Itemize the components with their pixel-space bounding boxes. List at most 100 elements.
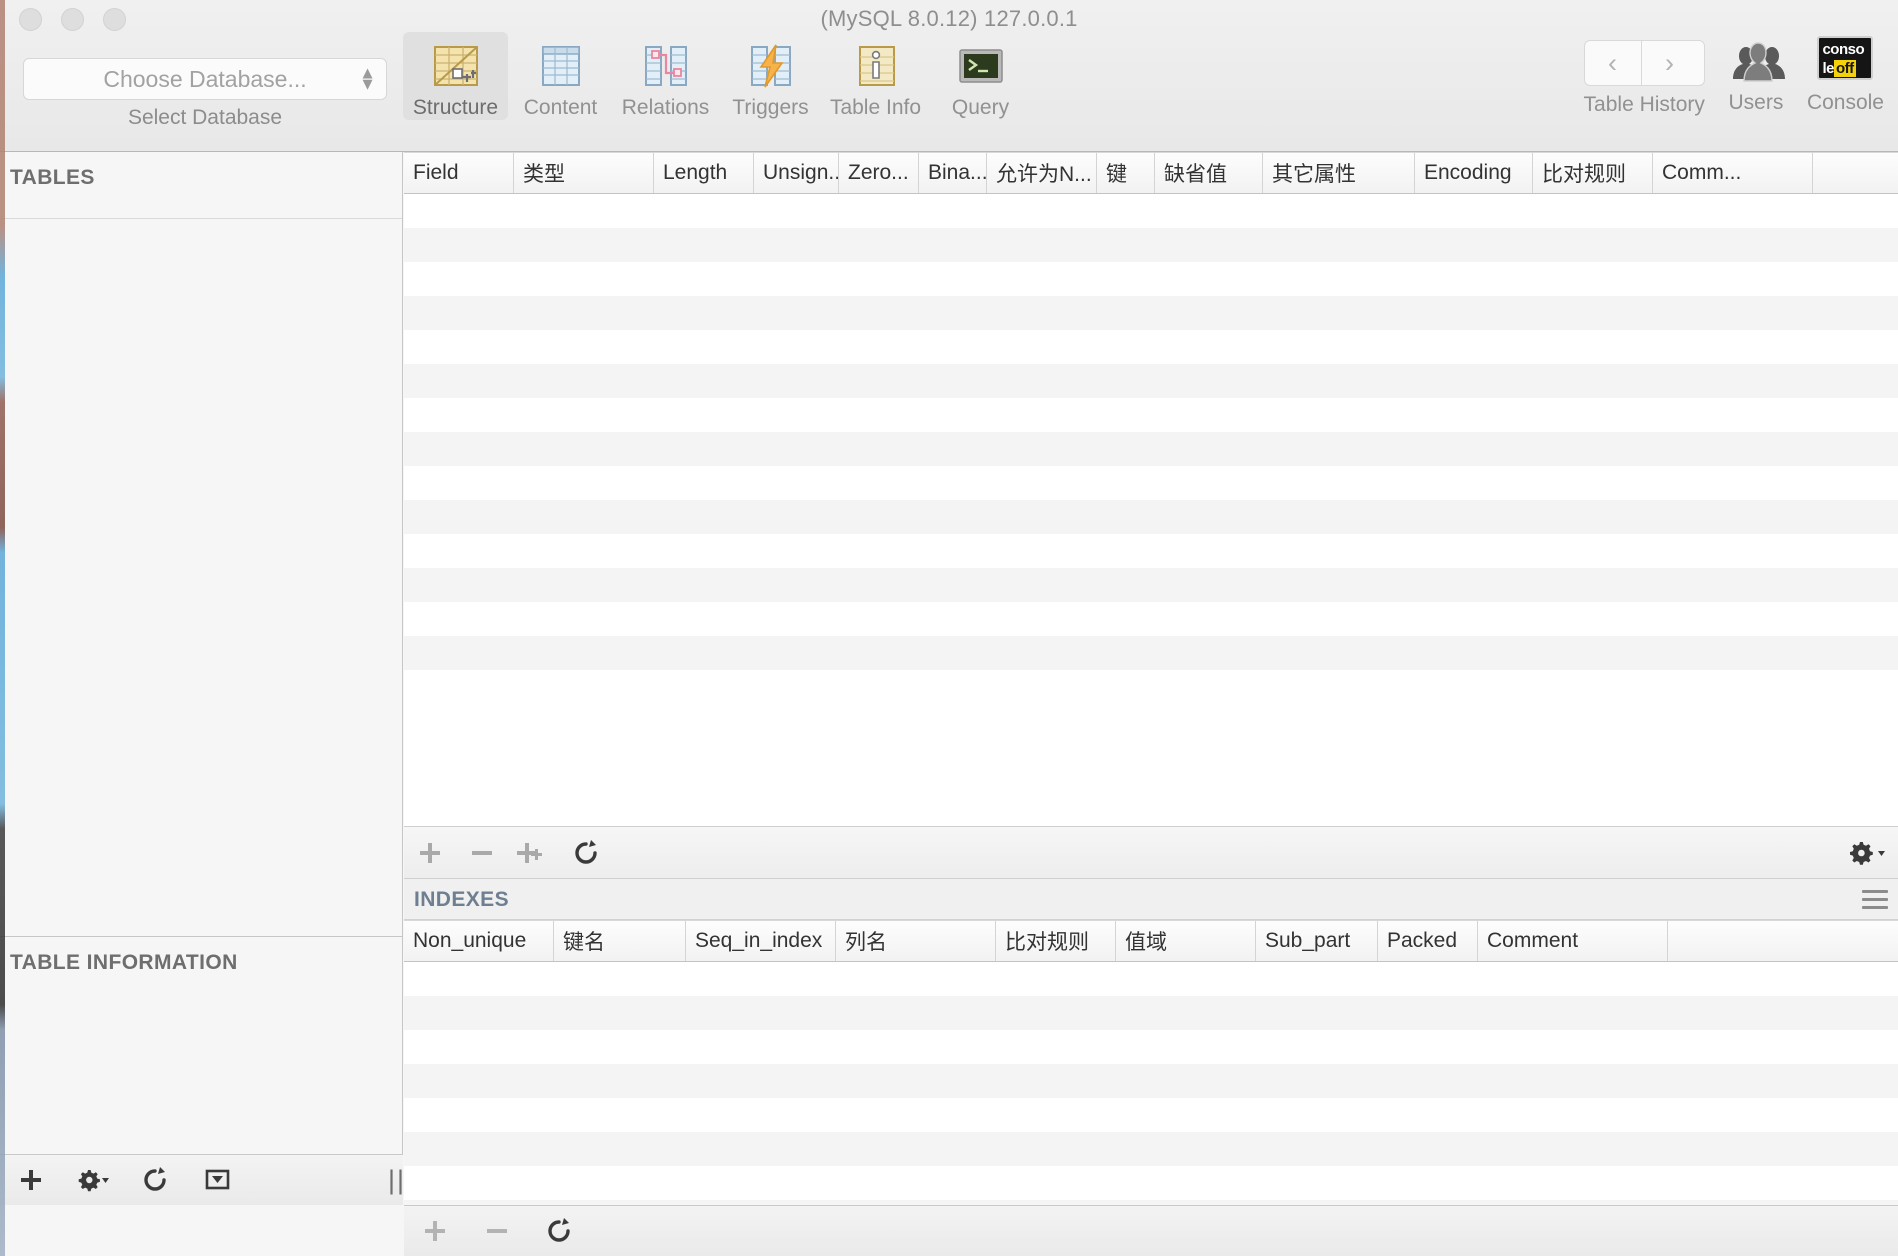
indexes-table-column-header[interactable]: Non_unique xyxy=(404,921,554,961)
field-options-button[interactable] xyxy=(1848,840,1886,866)
toolbar-tab-content[interactable]: Content xyxy=(508,32,613,120)
indexes-table-body[interactable] xyxy=(404,962,1898,1202)
indexes-table-row[interactable] xyxy=(404,962,1898,996)
table-info-icon xyxy=(823,38,928,94)
history-back-button[interactable]: ‹ xyxy=(1585,41,1641,85)
structure-table-row[interactable] xyxy=(404,194,1898,228)
structure-table-row[interactable] xyxy=(404,296,1898,330)
users-group[interactable]: Users xyxy=(1727,32,1785,115)
structure-main-area: Field 类型 Length Unsign... Zero... Bina... 允许为N… xyxy=(404,152,1898,1205)
add-index-button[interactable] xyxy=(404,1218,466,1244)
indexes-table-row[interactable] xyxy=(404,1132,1898,1166)
structure-table-row[interactable] xyxy=(404,602,1898,636)
structure-table-row[interactable] xyxy=(404,636,1898,670)
toolbar-tab-relations[interactable]: Relations xyxy=(613,32,718,120)
toolbar-tab-triggers-label: Triggers xyxy=(732,96,809,119)
toolbar-right-group: ‹ › Table History Users conso le off Con… xyxy=(1583,32,1884,117)
database-chooser-label: Choose Database... xyxy=(103,65,307,92)
toolbar-tab-relations-label: Relations xyxy=(621,96,710,119)
structure-table-column-header[interactable]: 比对规则 xyxy=(1533,153,1653,193)
console-badge-line2: le xyxy=(1822,60,1834,77)
duplicate-field-button[interactable] xyxy=(508,840,560,866)
toolbar-tab-structure-label: Structure xyxy=(412,96,499,119)
structure-table-column-header[interactable]: Encoding xyxy=(1415,153,1533,193)
console-badge: conso le off xyxy=(1817,36,1874,80)
sidebar-footer-toolbar: ||| xyxy=(0,1154,413,1205)
history-forward-button[interactable]: › xyxy=(1640,41,1698,85)
refresh-index-button[interactable] xyxy=(528,1217,590,1245)
database-chooser-popup[interactable]: Choose Database... ▲ ▼ xyxy=(23,58,387,100)
remove-index-button[interactable] xyxy=(466,1218,528,1244)
indexes-table-row[interactable] xyxy=(404,996,1898,1030)
tables-pane[interactable]: TABLES xyxy=(0,152,402,937)
structure-table-row[interactable] xyxy=(404,364,1898,398)
console-icon: conso le off xyxy=(1807,32,1884,84)
left-sidebar: TABLES TABLE INFORMATION ||| xyxy=(0,152,413,1205)
remove-field-button[interactable] xyxy=(456,840,508,866)
indexes-table-row[interactable] xyxy=(404,1200,1898,1202)
structure-table-column-header[interactable]: 其它属性 xyxy=(1263,153,1415,193)
indexes-table-row[interactable] xyxy=(404,1030,1898,1064)
table-information-header: TABLE INFORMATION xyxy=(0,937,402,1003)
structure-table-column-header[interactable]: 键 xyxy=(1097,153,1155,193)
add-field-button[interactable] xyxy=(404,840,456,866)
add-table-button[interactable] xyxy=(0,1167,62,1193)
select-database-caption: Select Database xyxy=(127,106,283,129)
table-information-pane: TABLE INFORMATION xyxy=(0,937,402,1137)
indexes-table-column-header[interactable]: 比对规则 xyxy=(996,921,1116,961)
toolbar-tab-table-info-label: Table Info xyxy=(829,96,922,119)
table-history-group: ‹ › Table History xyxy=(1583,32,1705,117)
structure-table-column-header[interactable]: Bina... xyxy=(919,153,987,193)
table-information-title: TABLE INFORMATION xyxy=(10,951,238,974)
indexes-table-column-header[interactable]: Sub_part xyxy=(1256,921,1378,961)
sequel-pro-window: (MySQL 8.0.12) 127.0.0.1 Choose Database… xyxy=(0,0,1898,1256)
indexes-table-column-header[interactable]: Packed xyxy=(1378,921,1478,961)
structure-table-row[interactable] xyxy=(404,568,1898,602)
structure-table-body[interactable] xyxy=(404,194,1898,826)
structure-table-row[interactable] xyxy=(404,500,1898,534)
structure-table-column-header[interactable]: 允许为N... xyxy=(987,153,1097,193)
refresh-fields-button[interactable] xyxy=(560,839,612,867)
structure-table-column-header[interactable]: 缺省值 xyxy=(1155,153,1263,193)
structure-table-column-header[interactable]: Zero... xyxy=(839,153,919,193)
toolbar-tab-query[interactable]: Query xyxy=(928,32,1033,120)
structure-table-row[interactable] xyxy=(404,398,1898,432)
structure-table-column-header[interactable]: Length xyxy=(654,153,754,193)
users-icon xyxy=(1727,32,1785,84)
indexes-table-row[interactable] xyxy=(404,1098,1898,1132)
toolbar-tab-query-label: Query xyxy=(951,96,1010,119)
structure-table-column-header[interactable]: Unsign... xyxy=(754,153,839,193)
filter-tables-button[interactable] xyxy=(186,1167,248,1193)
indexes-table-row[interactable] xyxy=(404,1166,1898,1200)
structure-table-row[interactable] xyxy=(404,432,1898,466)
structure-table-row[interactable] xyxy=(404,534,1898,568)
structure-table-column-header[interactable]: Field xyxy=(404,153,514,193)
indexes-table-column-header[interactable]: Comment xyxy=(1478,921,1668,961)
indexes-table-row[interactable] xyxy=(404,1064,1898,1098)
toolbar-tab-table-info[interactable]: Table Info xyxy=(823,32,928,120)
structure-table-column-header[interactable]: Comm... xyxy=(1653,153,1813,193)
structure-table-row[interactable] xyxy=(404,330,1898,364)
toolbar-tab-structure[interactable]: Structure xyxy=(403,32,508,120)
structure-table-row[interactable] xyxy=(404,466,1898,500)
relations-icon xyxy=(613,38,718,94)
list-menu-icon[interactable] xyxy=(1862,890,1888,914)
structure-table-row[interactable] xyxy=(404,228,1898,262)
structure-table-row[interactable] xyxy=(404,670,1898,704)
chevron-updown-icon: ▲ ▼ xyxy=(359,63,376,93)
toolbar-tab-triggers[interactable]: Triggers xyxy=(718,32,823,120)
structure-table-column-header[interactable]: 类型 xyxy=(514,153,654,193)
table-actions-button[interactable] xyxy=(62,1167,124,1193)
refresh-tables-button[interactable] xyxy=(124,1166,186,1194)
table-history-segmented-control[interactable]: ‹ › xyxy=(1583,40,1705,86)
console-badge-state: off xyxy=(1833,60,1856,77)
console-group[interactable]: conso le off Console xyxy=(1807,32,1884,115)
indexes-table-column-header[interactable]: 列名 xyxy=(836,921,996,961)
indexes-table-column-header[interactable]: Seq_in_index xyxy=(686,921,836,961)
indexes-table-column-header[interactable]: 值域 xyxy=(1116,921,1256,961)
indexes-table-header: Non_unique 键名 Seq_in_index 列名 比对规则 值域 Sub_part… xyxy=(404,920,1898,962)
structure-table-row[interactable] xyxy=(404,262,1898,296)
indexes-table-column-header[interactable]: 键名 xyxy=(554,921,686,961)
users-caption: Users xyxy=(1728,91,1784,114)
toolbar-tabs: Structure Content Relations Triggers Tab… xyxy=(403,32,1033,120)
